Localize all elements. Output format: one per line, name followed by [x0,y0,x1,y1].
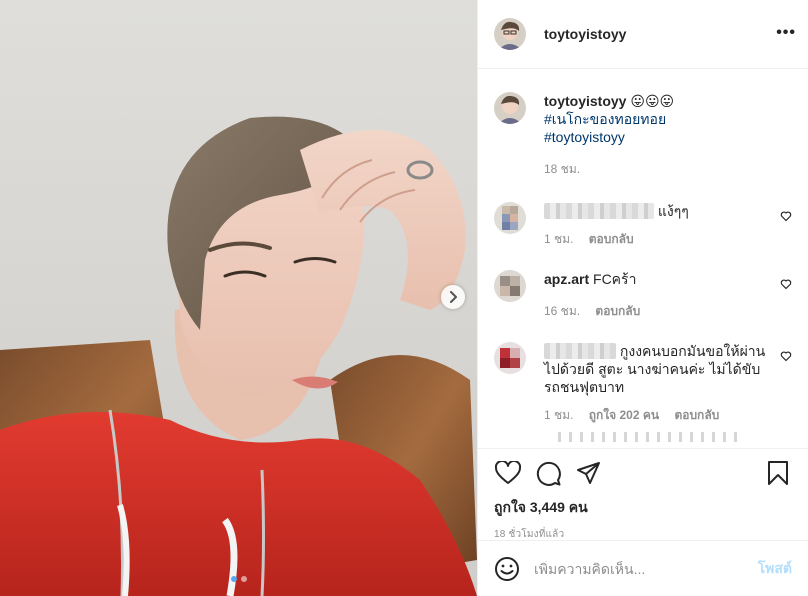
comment-item: กูงงคนบอกมันขอให้ผ่านไปด้วยดี สูตะ นางฆ่… [494,342,792,424]
comment-text: แง้ๆๆ [657,203,689,219]
reply-button[interactable]: ตอบกลับ [589,232,634,246]
hashtag-link[interactable]: #เนโกะของทอยทอย [544,110,674,128]
caption-meta: 18 ชม. [544,160,674,178]
blurred-username [544,343,616,359]
heart-icon[interactable] [780,210,792,222]
comment-time[interactable]: 16 ชม. [544,304,580,318]
caption-avatar[interactable] [494,92,526,124]
comment-time[interactable]: 1 ชม. [544,232,573,246]
reply-button[interactable]: ตอบกลับ [674,408,719,422]
avatar-image [494,92,526,124]
post-side-panel: toytoyistoyy ••• toytoyistoyy 😛😛😛 #เนโกะ… [477,0,808,596]
carousel-dot [240,576,247,582]
comment-item: แง้ๆๆ 1 ชม. ตอบกลับ [494,202,792,248]
post-header: toytoyistoyy ••• [478,0,808,69]
add-comment-bar: โพสต์ [478,540,808,596]
hashtag-link[interactable]: #toytoyistoyy [544,128,674,146]
smiley-icon[interactable] [494,556,520,582]
author-username[interactable]: toytoyistoyy [544,26,626,42]
more-horizontal-icon[interactable]: ••• [776,24,796,42]
heart-icon [495,461,521,484]
pixelated-avatar [494,270,526,302]
comment-likes[interactable]: ถูกใจ 202 คน [589,408,659,422]
post-actions: ถูกใจ 3,449 คน 18 ชั่วโมงที่แล้ว [478,448,808,540]
caption-username[interactable]: toytoyistoyy [544,93,626,109]
pixelated-avatar [494,342,526,374]
comment-text: FCคร้า [593,271,637,287]
comment-time[interactable]: 1 ชม. [544,408,573,422]
heart-icon[interactable] [780,278,792,290]
caption: toytoyistoyy 😛😛😛 #เนโกะของทอยทอย #toytoy… [494,70,792,178]
selfie-image [0,0,477,596]
clipped-next-comment [558,432,738,442]
caption-time[interactable]: 18 ชม. [544,162,580,176]
comment-meta: 16 ชม. ตอบกลับ [544,302,770,320]
avatar-image [494,18,526,50]
author-avatar[interactable] [494,18,526,50]
caption-emojis: 😛😛😛 [630,93,675,109]
like-count[interactable]: ถูกใจ 3,449 คน [494,497,792,519]
carousel-indicator [0,576,477,582]
comment-button[interactable] [534,459,562,487]
commenter-username[interactable]: apz.art [544,271,589,287]
next-photo-button[interactable] [441,285,465,309]
commenter-avatar[interactable] [494,202,526,234]
comment-meta: 1 ชม. ตอบกลับ [544,230,770,248]
speech-bubble-icon [536,461,561,486]
reply-button[interactable]: ตอบกลับ [595,304,640,318]
chevron-right-icon [450,291,457,303]
paper-plane-icon [576,462,600,484]
carousel-dot-active [230,576,237,582]
heart-icon[interactable] [780,350,792,362]
save-button[interactable] [764,459,792,487]
share-button[interactable] [574,459,602,487]
commenter-avatar[interactable] [494,342,526,374]
commenter-avatar[interactable] [494,270,526,302]
comment-meta: 1 ชม. ถูกใจ 202 คน ตอบกลับ [544,406,770,424]
action-icons [494,449,792,497]
like-button[interactable] [494,459,522,487]
post-comment-button[interactable]: โพสต์ [758,558,792,580]
instagram-post: toytoyistoyy ••• toytoyistoyy 😛😛😛 #เนโกะ… [0,0,808,596]
pixelated-avatar [494,202,526,234]
post-photo[interactable] [0,0,477,596]
comments-list[interactable]: toytoyistoyy 😛😛😛 #เนโกะของทอยทอย #toytoy… [478,70,808,448]
bookmark-icon [768,461,788,485]
comment-item: apz.art FCคร้า 16 ชม. ตอบกลับ [494,270,792,320]
comment-input[interactable] [534,560,758,577]
blurred-username [544,203,654,219]
